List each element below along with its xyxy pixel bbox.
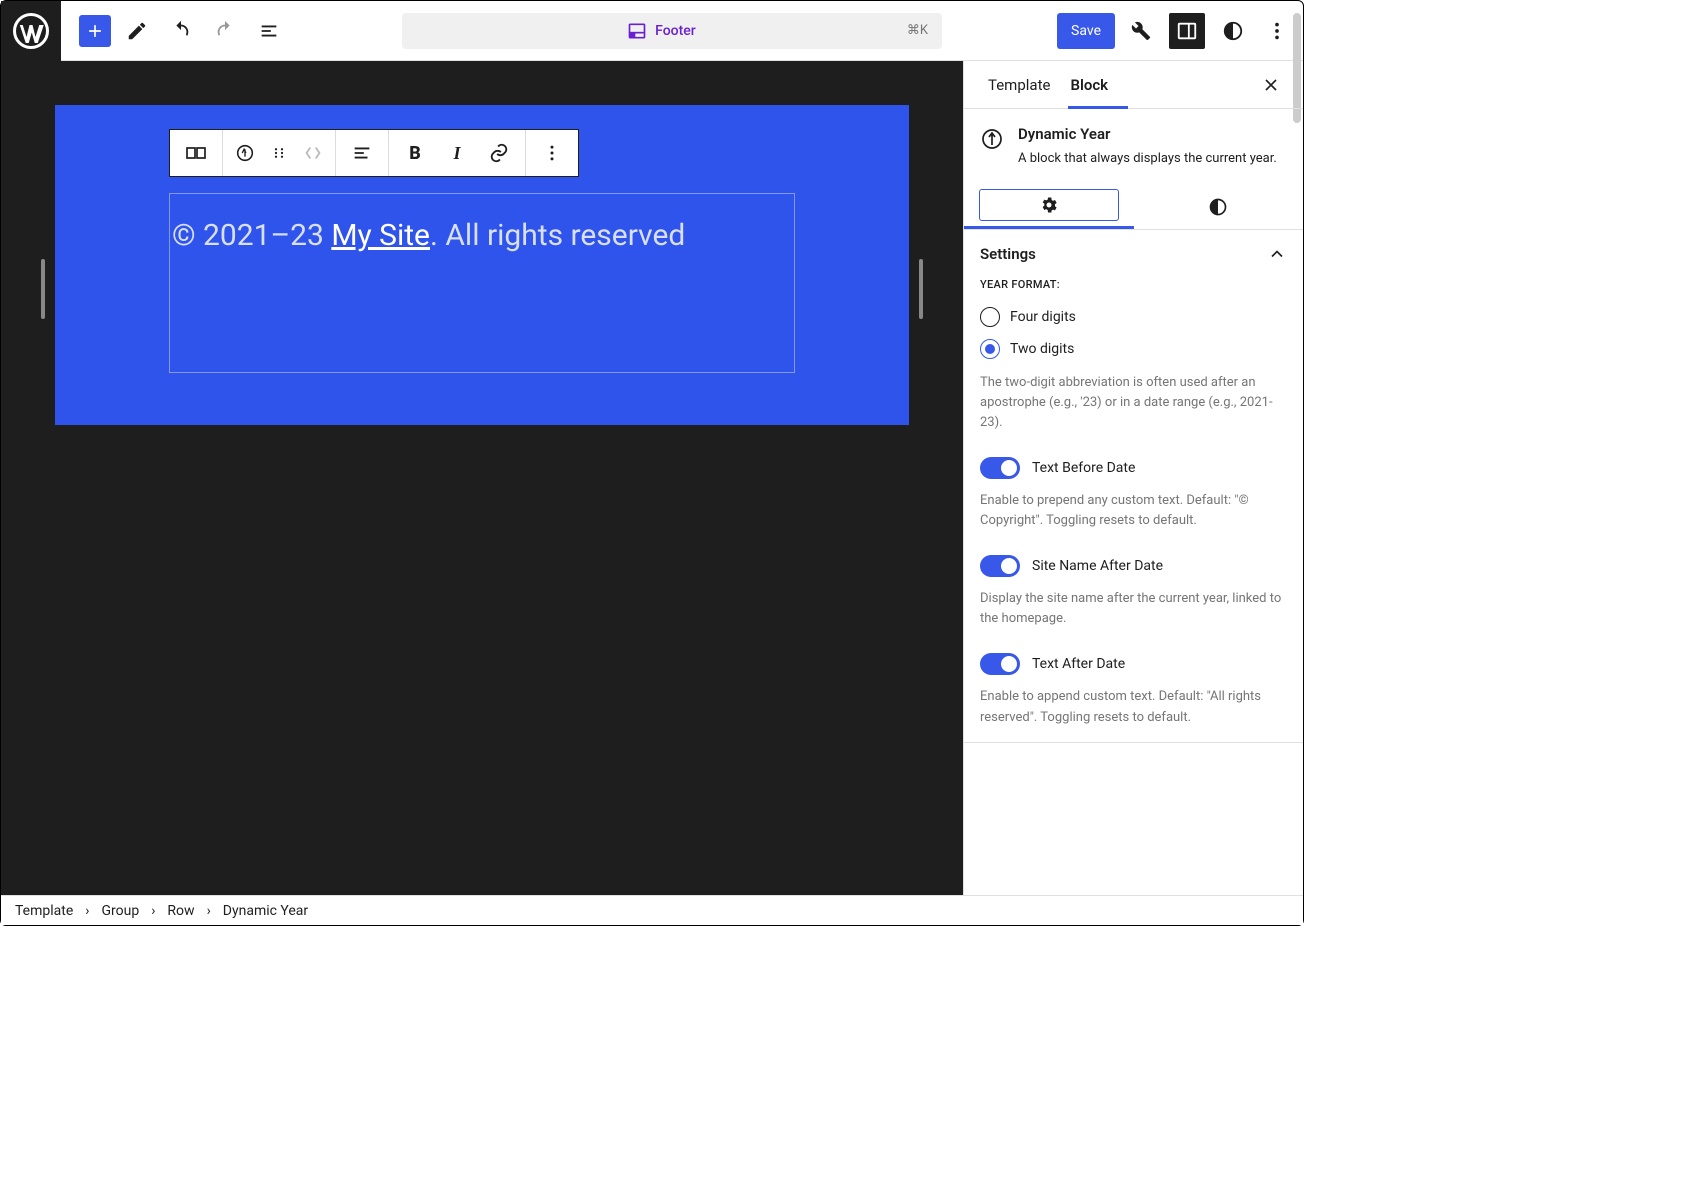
top-toolbar: Footer ⌘K Save — [1, 1, 1303, 61]
toggle-switch — [980, 555, 1020, 577]
breadcrumb-item[interactable]: Row — [167, 903, 194, 919]
align-button[interactable] — [344, 135, 380, 171]
toggle-label: Text After Date — [1032, 656, 1125, 672]
editor-canvas[interactable]: B I © 2021–23 My Site. All rights reserv… — [1, 61, 963, 895]
settings-sidebar-toggle[interactable] — [1169, 13, 1205, 49]
site-link[interactable]: My Site — [331, 218, 430, 253]
breadcrumb-item[interactable]: Template — [15, 903, 73, 919]
selected-block[interactable]: © 2021–23 My Site. All rights reserved — [169, 193, 795, 373]
footer-text[interactable]: © 2021–23 My Site. All rights reserved — [172, 218, 685, 253]
year-format-label: YEAR FORMAT: — [980, 278, 1287, 291]
subtab-styles[interactable] — [1134, 185, 1304, 229]
panel-title: Settings — [980, 245, 1036, 263]
chevron-up-icon — [1267, 244, 1287, 264]
edit-mode-icon[interactable] — [119, 13, 155, 49]
block-card: Dynamic Year A block that always display… — [964, 109, 1303, 185]
redo-button[interactable] — [207, 13, 243, 49]
parent-block-icon[interactable] — [178, 135, 214, 171]
dynamic-year-icon — [980, 127, 1004, 151]
options-menu[interactable] — [1259, 13, 1295, 49]
panel-settings-header[interactable]: Settings — [964, 230, 1303, 278]
text-before-help: Enable to prepend any custom text. Defau… — [980, 491, 1287, 531]
breadcrumb-item[interactable]: Group — [101, 903, 139, 919]
gear-icon — [1039, 195, 1059, 215]
block-type-icon[interactable] — [231, 135, 259, 171]
radio-two-digits[interactable]: Two digits — [980, 333, 1287, 365]
link-button[interactable] — [481, 135, 517, 171]
radio-icon — [980, 307, 1000, 327]
footer-suffix: . All rights reserved — [430, 218, 685, 253]
toggle-switch — [980, 457, 1020, 479]
resize-handle-left[interactable] — [41, 259, 45, 319]
tab-block[interactable]: Block — [1060, 61, 1118, 109]
block-description: A block that always displays the current… — [1018, 149, 1277, 169]
footer-prefix: © 2021–23 — [172, 218, 331, 253]
drag-handle-icon[interactable] — [265, 135, 293, 171]
bold-button[interactable]: B — [397, 135, 433, 171]
toggle-switch — [980, 653, 1020, 675]
keyboard-shortcut: ⌘K — [907, 23, 928, 38]
add-block-button[interactable] — [79, 15, 111, 47]
subtab-settings[interactable] — [964, 185, 1134, 229]
radio-icon — [980, 339, 1000, 359]
toggle-text-after[interactable]: Text After Date — [980, 649, 1287, 679]
tab-template[interactable]: Template — [978, 61, 1060, 109]
toggle-site-name[interactable]: Site Name After Date — [980, 551, 1287, 581]
list-view-button[interactable] — [251, 13, 287, 49]
radio-label: Two digits — [1010, 341, 1074, 357]
footer-block[interactable]: B I © 2021–23 My Site. All rights reserv… — [55, 105, 909, 425]
more-options-button[interactable] — [534, 135, 570, 171]
site-name-help: Display the site name after the current … — [980, 589, 1287, 629]
breadcrumb-item[interactable]: Dynamic Year — [223, 903, 308, 919]
document-switcher[interactable]: Footer ⌘K — [402, 13, 942, 49]
tools-icon[interactable] — [1123, 13, 1159, 49]
text-after-help: Enable to append custom text. Default: "… — [980, 687, 1287, 727]
year-format-help: The two-digit abbreviation is often used… — [980, 373, 1287, 433]
radio-label: Four digits — [1010, 309, 1076, 325]
toggle-label: Site Name After Date — [1032, 558, 1163, 574]
toggle-label: Text Before Date — [1032, 460, 1135, 476]
document-title: Footer — [655, 23, 696, 39]
toggle-text-before[interactable]: Text Before Date — [980, 453, 1287, 483]
wp-logo[interactable] — [1, 1, 61, 61]
styles-icon[interactable] — [1215, 13, 1251, 49]
styles-icon — [1208, 197, 1228, 217]
close-sidebar-button[interactable] — [1253, 67, 1289, 103]
undo-button[interactable] — [163, 13, 199, 49]
block-title: Dynamic Year — [1018, 125, 1277, 143]
settings-sidebar: Template Block Dynamic Year A block that… — [963, 61, 1303, 895]
chevron-right-icon: › — [151, 903, 155, 919]
radio-four-digits[interactable]: Four digits — [980, 301, 1287, 333]
italic-button[interactable]: I — [439, 135, 475, 171]
chevron-right-icon: › — [207, 903, 211, 919]
block-breadcrumb: Template › Group › Row › Dynamic Year — [1, 895, 1303, 925]
move-arrows-icon[interactable] — [299, 135, 327, 171]
block-toolbar: B I — [169, 129, 579, 177]
resize-handle-right[interactable] — [919, 259, 923, 319]
chevron-right-icon: › — [85, 903, 89, 919]
save-button[interactable]: Save — [1057, 13, 1115, 49]
